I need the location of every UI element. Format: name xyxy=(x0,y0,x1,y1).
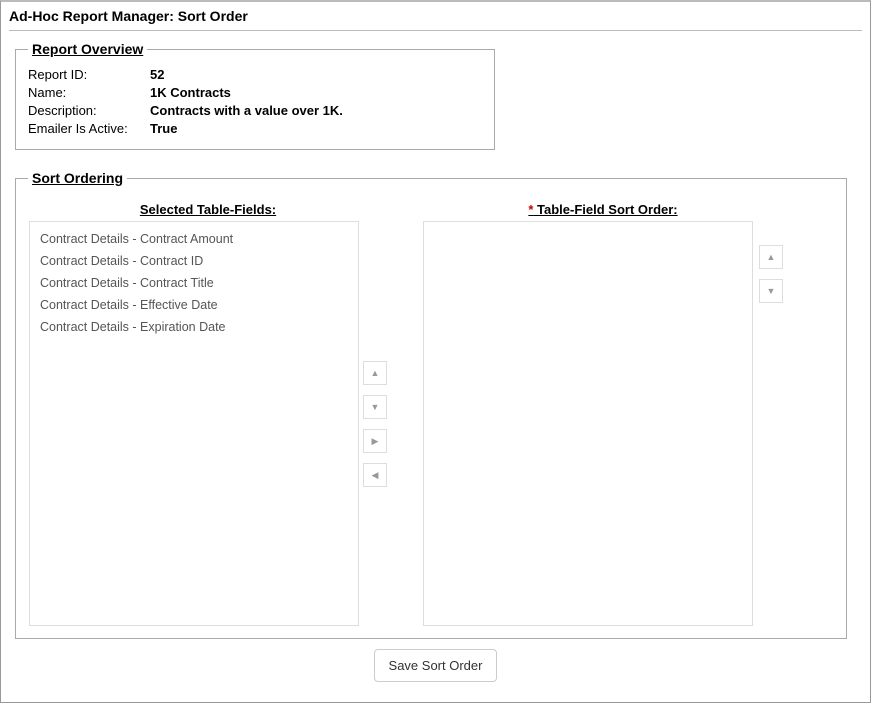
remove-from-sort-button[interactable]: ◀ xyxy=(363,463,387,487)
add-to-sort-button[interactable]: ▶ xyxy=(363,429,387,453)
move-down-sort-button[interactable]: ▼ xyxy=(759,279,783,303)
triangle-up-icon: ▲ xyxy=(767,253,776,262)
sort-ordering-fieldset: Sort Ordering Selected Table-Fields: Con… xyxy=(15,170,847,639)
save-sort-order-button[interactable]: Save Sort Order xyxy=(374,649,498,682)
label-report-id: Report ID: xyxy=(28,67,150,82)
title-divider xyxy=(9,30,862,31)
overview-row-report-id: Report ID: 52 xyxy=(28,67,482,82)
label-description: Description: xyxy=(28,103,150,118)
sort-order-listbox[interactable] xyxy=(423,221,753,626)
list-item[interactable]: Contract Details - Contract Amount xyxy=(30,228,358,250)
move-down-available-button[interactable]: ▼ xyxy=(363,395,387,419)
triangle-down-icon: ▼ xyxy=(767,287,776,296)
sort-order-header-text: Table-Field Sort Order: xyxy=(537,202,678,217)
overview-row-emailer: Emailer Is Active: True xyxy=(28,121,482,136)
value-report-id: 52 xyxy=(150,67,164,82)
table-field-sort-order-header: * Table-Field Sort Order: xyxy=(528,202,677,217)
label-name: Name: xyxy=(28,85,150,100)
page-title: Ad-Hoc Report Manager: Sort Order xyxy=(1,2,870,28)
report-overview-legend: Report Overview xyxy=(28,41,147,57)
selected-table-fields-header: Selected Table-Fields: xyxy=(140,202,276,217)
triangle-up-icon: ▲ xyxy=(371,369,380,378)
label-emailer-active: Emailer Is Active: xyxy=(28,121,150,136)
overview-row-name: Name: 1K Contracts xyxy=(28,85,482,100)
value-name: 1K Contracts xyxy=(150,85,231,100)
move-up-sort-button[interactable]: ▲ xyxy=(759,245,783,269)
list-item[interactable]: Contract Details - Expiration Date xyxy=(30,316,358,338)
sort-ordering-legend: Sort Ordering xyxy=(28,170,127,186)
triangle-left-icon: ◀ xyxy=(372,471,379,480)
list-item[interactable]: Contract Details - Contract Title xyxy=(30,272,358,294)
move-up-available-button[interactable]: ▲ xyxy=(363,361,387,385)
triangle-right-icon: ▶ xyxy=(372,437,379,446)
triangle-down-icon: ▼ xyxy=(371,403,380,412)
required-marker: * xyxy=(528,202,533,217)
overview-row-description: Description: Contracts with a value over… xyxy=(28,103,482,118)
value-emailer-active: True xyxy=(150,121,177,136)
list-item[interactable]: Contract Details - Effective Date xyxy=(30,294,358,316)
available-fields-listbox[interactable]: Contract Details - Contract AmountContra… xyxy=(29,221,359,626)
list-item[interactable]: Contract Details - Contract ID xyxy=(30,250,358,272)
value-description: Contracts with a value over 1K. xyxy=(150,103,343,118)
report-overview-fieldset: Report Overview Report ID: 52 Name: 1K C… xyxy=(15,41,495,150)
